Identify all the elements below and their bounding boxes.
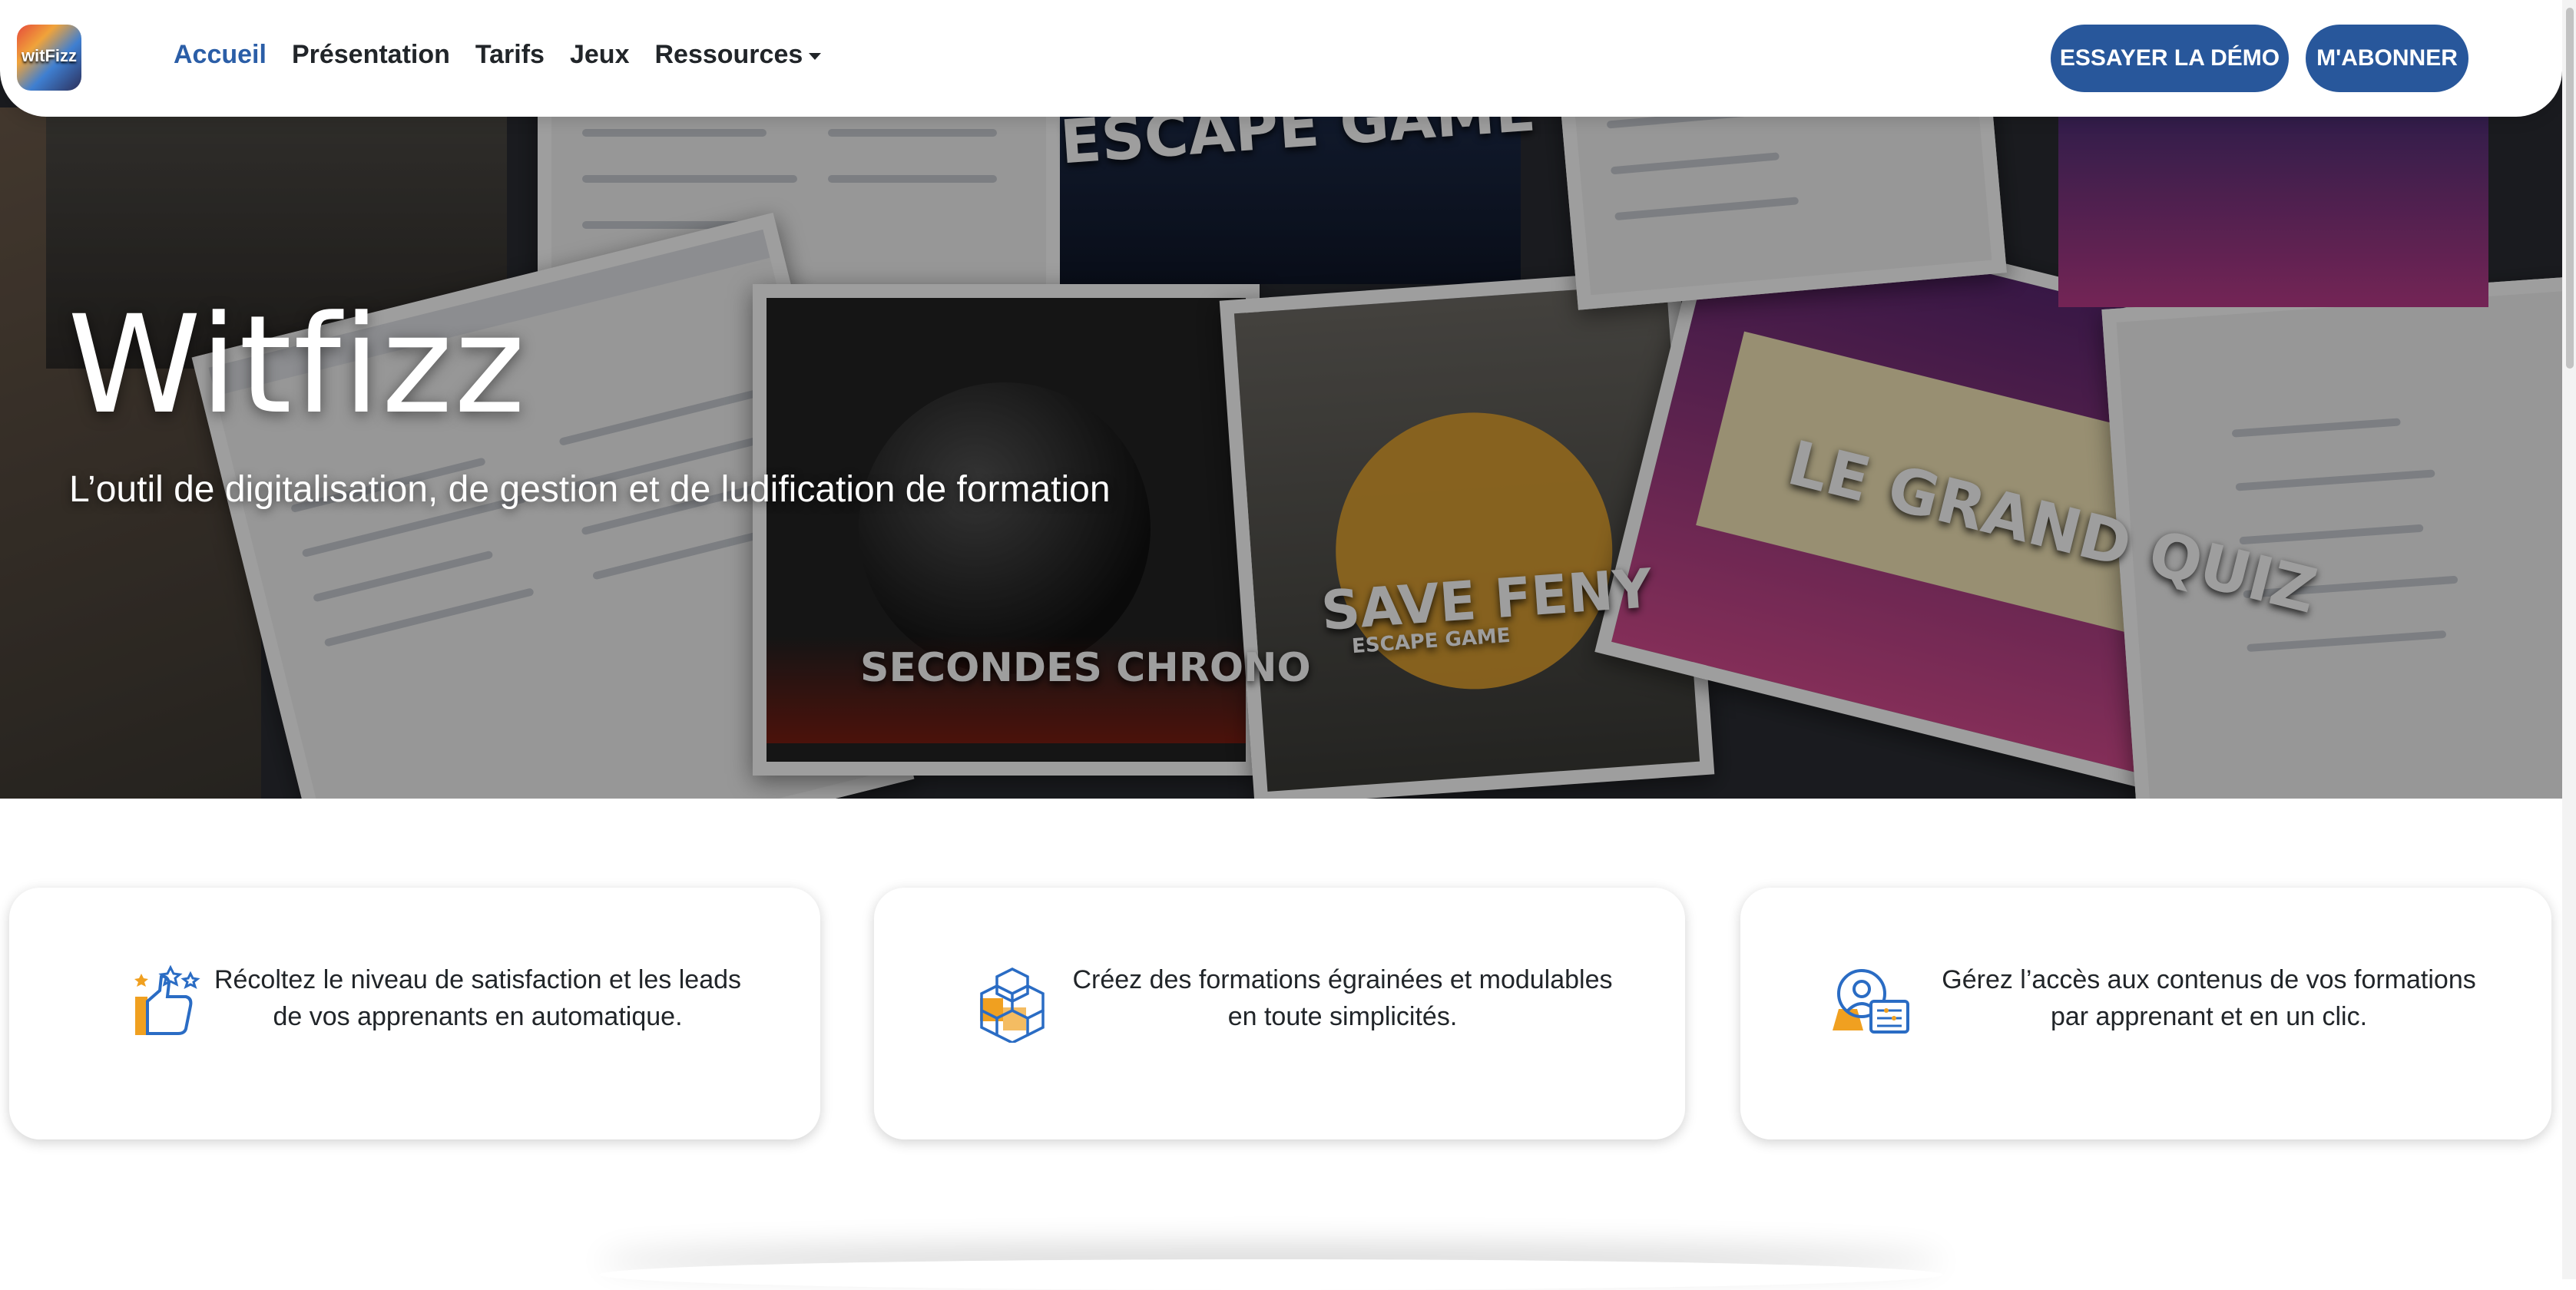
feature-text-modules: Créez des formations égrainées et modula… bbox=[1028, 961, 1657, 1035]
witfizz-logo[interactable]: witFizz bbox=[17, 25, 81, 91]
hero-banner: ESCAPE GAME SECONDES CHRONO SAVE FENY ESCAP… bbox=[0, 0, 2576, 799]
nav-links: Accueil Présentation Tarifs Jeux Ressour… bbox=[174, 40, 846, 70]
feature-line: en toute simplicités. bbox=[1227, 1002, 1458, 1031]
page-scrollbar[interactable] bbox=[2562, 0, 2576, 1279]
feature-text-access: Gérez l’accès aux contenus de vos format… bbox=[1894, 961, 2524, 1035]
feature-line: par apprenant et en un clic. bbox=[2050, 1002, 2368, 1031]
feature-line: Gérez l’accès aux contenus de vos format… bbox=[1942, 965, 2476, 994]
navbar: witFizz Accueil Présentation Tarifs Jeux… bbox=[0, 0, 2562, 117]
subscribe-button[interactable]: M'ABONNER bbox=[2306, 25, 2468, 92]
nav-dropdown-ressources[interactable]: Ressources bbox=[654, 40, 822, 70]
feature-card-access: Gérez l’accès aux contenus de vos format… bbox=[1740, 888, 2551, 1140]
nav-link-ressources-label: Ressources bbox=[654, 40, 803, 69]
feature-card-modules: Créez des formations égrainées et modula… bbox=[874, 888, 1685, 1140]
next-section-edge bbox=[599, 1259, 1943, 1290]
nav-link-accueil[interactable]: Accueil bbox=[174, 40, 267, 70]
feature-card-satisfaction: Récoltez le niveau de satisfaction et le… bbox=[9, 888, 820, 1140]
hero-subtitle: L’outil de digitalisation, de gestion et… bbox=[69, 469, 1111, 510]
caret-down-icon bbox=[809, 52, 822, 60]
nav-link-tarifs[interactable]: Tarifs bbox=[475, 40, 545, 70]
feature-line: de vos apprenants en automatique. bbox=[273, 1002, 683, 1031]
logo-text: witFizz bbox=[21, 46, 78, 65]
nav-link-jeux[interactable]: Jeux bbox=[570, 40, 630, 70]
feature-text-satisfaction: Récoltez le niveau de satisfaction et le… bbox=[163, 961, 793, 1035]
nav-link-presentation[interactable]: Présentation bbox=[292, 40, 450, 70]
hero-title: Witfizz bbox=[68, 286, 527, 444]
feature-line: Créez des formations égrainées et modula… bbox=[1072, 965, 1613, 994]
feature-line: Récoltez le niveau de satisfaction et le… bbox=[214, 965, 742, 994]
scrollbar-thumb[interactable] bbox=[2566, 8, 2574, 369]
try-demo-button[interactable]: ESSAYER LA DÉMO bbox=[2051, 25, 2289, 92]
